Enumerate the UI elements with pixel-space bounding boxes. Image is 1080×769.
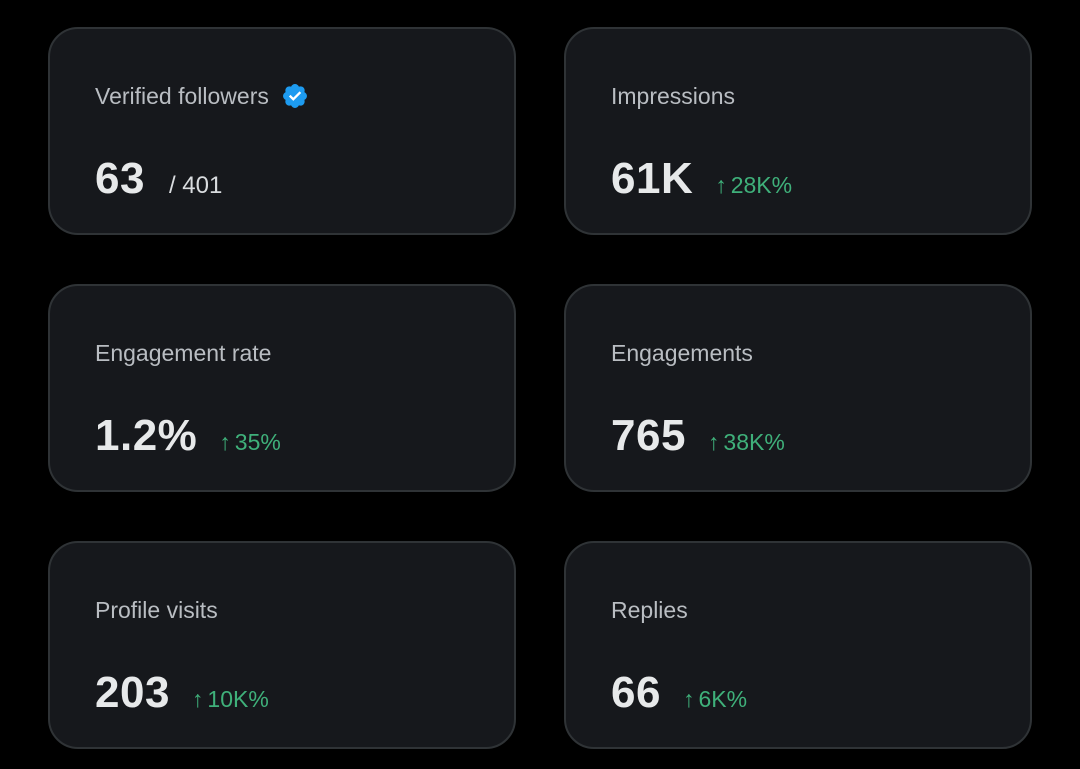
stat-label-row: Impressions (611, 81, 735, 111)
stat-total: / 401 (168, 172, 223, 199)
stat-label: Replies (611, 597, 688, 623)
stat-value-row: 61K ↑ 28K% (611, 151, 792, 207)
stat-delta-text: 6K% (698, 686, 748, 712)
stat-delta-text: 35% (234, 429, 281, 455)
stat-value-row: 765 ↑ 38K% (611, 408, 785, 464)
stat-label: Engagement rate (95, 340, 272, 366)
arrow-up-icon: ↑ (715, 172, 727, 198)
arrow-up-icon: ↑ (682, 686, 695, 712)
stat-label: Profile visits (95, 597, 218, 623)
stat-value: 203 (95, 668, 170, 717)
verified-badge-icon (282, 84, 307, 108)
stat-card-verified-followers[interactable]: Verified followers 63 / 401 (48, 27, 516, 235)
arrow-up-icon: ↑ (219, 429, 231, 455)
stat-value: 63 (95, 154, 145, 203)
stat-value-row: 203 ↑ 10K% (95, 665, 269, 721)
stats-grid: Verified followers 63 / 401 Impressions … (0, 0, 1080, 769)
stat-value-row: 66 ↑ 6K% (611, 665, 747, 721)
stat-delta: ↑ 35% (219, 429, 281, 456)
stat-card-engagements[interactable]: Engagements 765 ↑ 38K% (564, 284, 1032, 492)
stat-label-row: Profile visits (95, 595, 218, 625)
stat-label: Engagements (611, 340, 753, 366)
stat-delta: ↑ 10K% (192, 686, 269, 713)
stat-label-row: Engagements (611, 338, 753, 368)
stat-label-row: Verified followers (95, 81, 309, 111)
stat-value: 61K (611, 154, 694, 203)
stat-label-row: Engagement rate (95, 338, 271, 368)
stat-value-row: 63 / 401 (95, 151, 222, 207)
stat-value: 765 (611, 411, 686, 460)
stat-delta: ↑ 28K% (715, 172, 792, 199)
stat-card-replies[interactable]: Replies 66 ↑ 6K% (564, 541, 1032, 749)
stat-delta: ↑ 38K% (708, 429, 785, 456)
stat-card-impressions[interactable]: Impressions 61K ↑ 28K% (564, 27, 1032, 235)
stat-value-row: 1.2% ↑ 35% (95, 408, 281, 464)
stat-label: Verified followers (95, 83, 269, 109)
stat-label: Impressions (611, 83, 735, 109)
stat-delta-text: 10K% (207, 686, 269, 712)
stat-delta-text: 28K% (730, 172, 793, 198)
stat-card-profile-visits[interactable]: Profile visits 203 ↑ 10K% (48, 541, 516, 749)
stat-value: 66 (611, 668, 661, 717)
arrow-up-icon: ↑ (191, 686, 204, 712)
stat-card-engagement-rate[interactable]: Engagement rate 1.2% ↑ 35% (48, 284, 516, 492)
arrow-up-icon: ↑ (707, 429, 720, 455)
stat-label-row: Replies (611, 595, 688, 625)
stat-delta: ↑ 6K% (683, 686, 747, 713)
stat-value: 1.2% (95, 411, 198, 460)
stat-delta-text: 38K% (723, 429, 785, 455)
